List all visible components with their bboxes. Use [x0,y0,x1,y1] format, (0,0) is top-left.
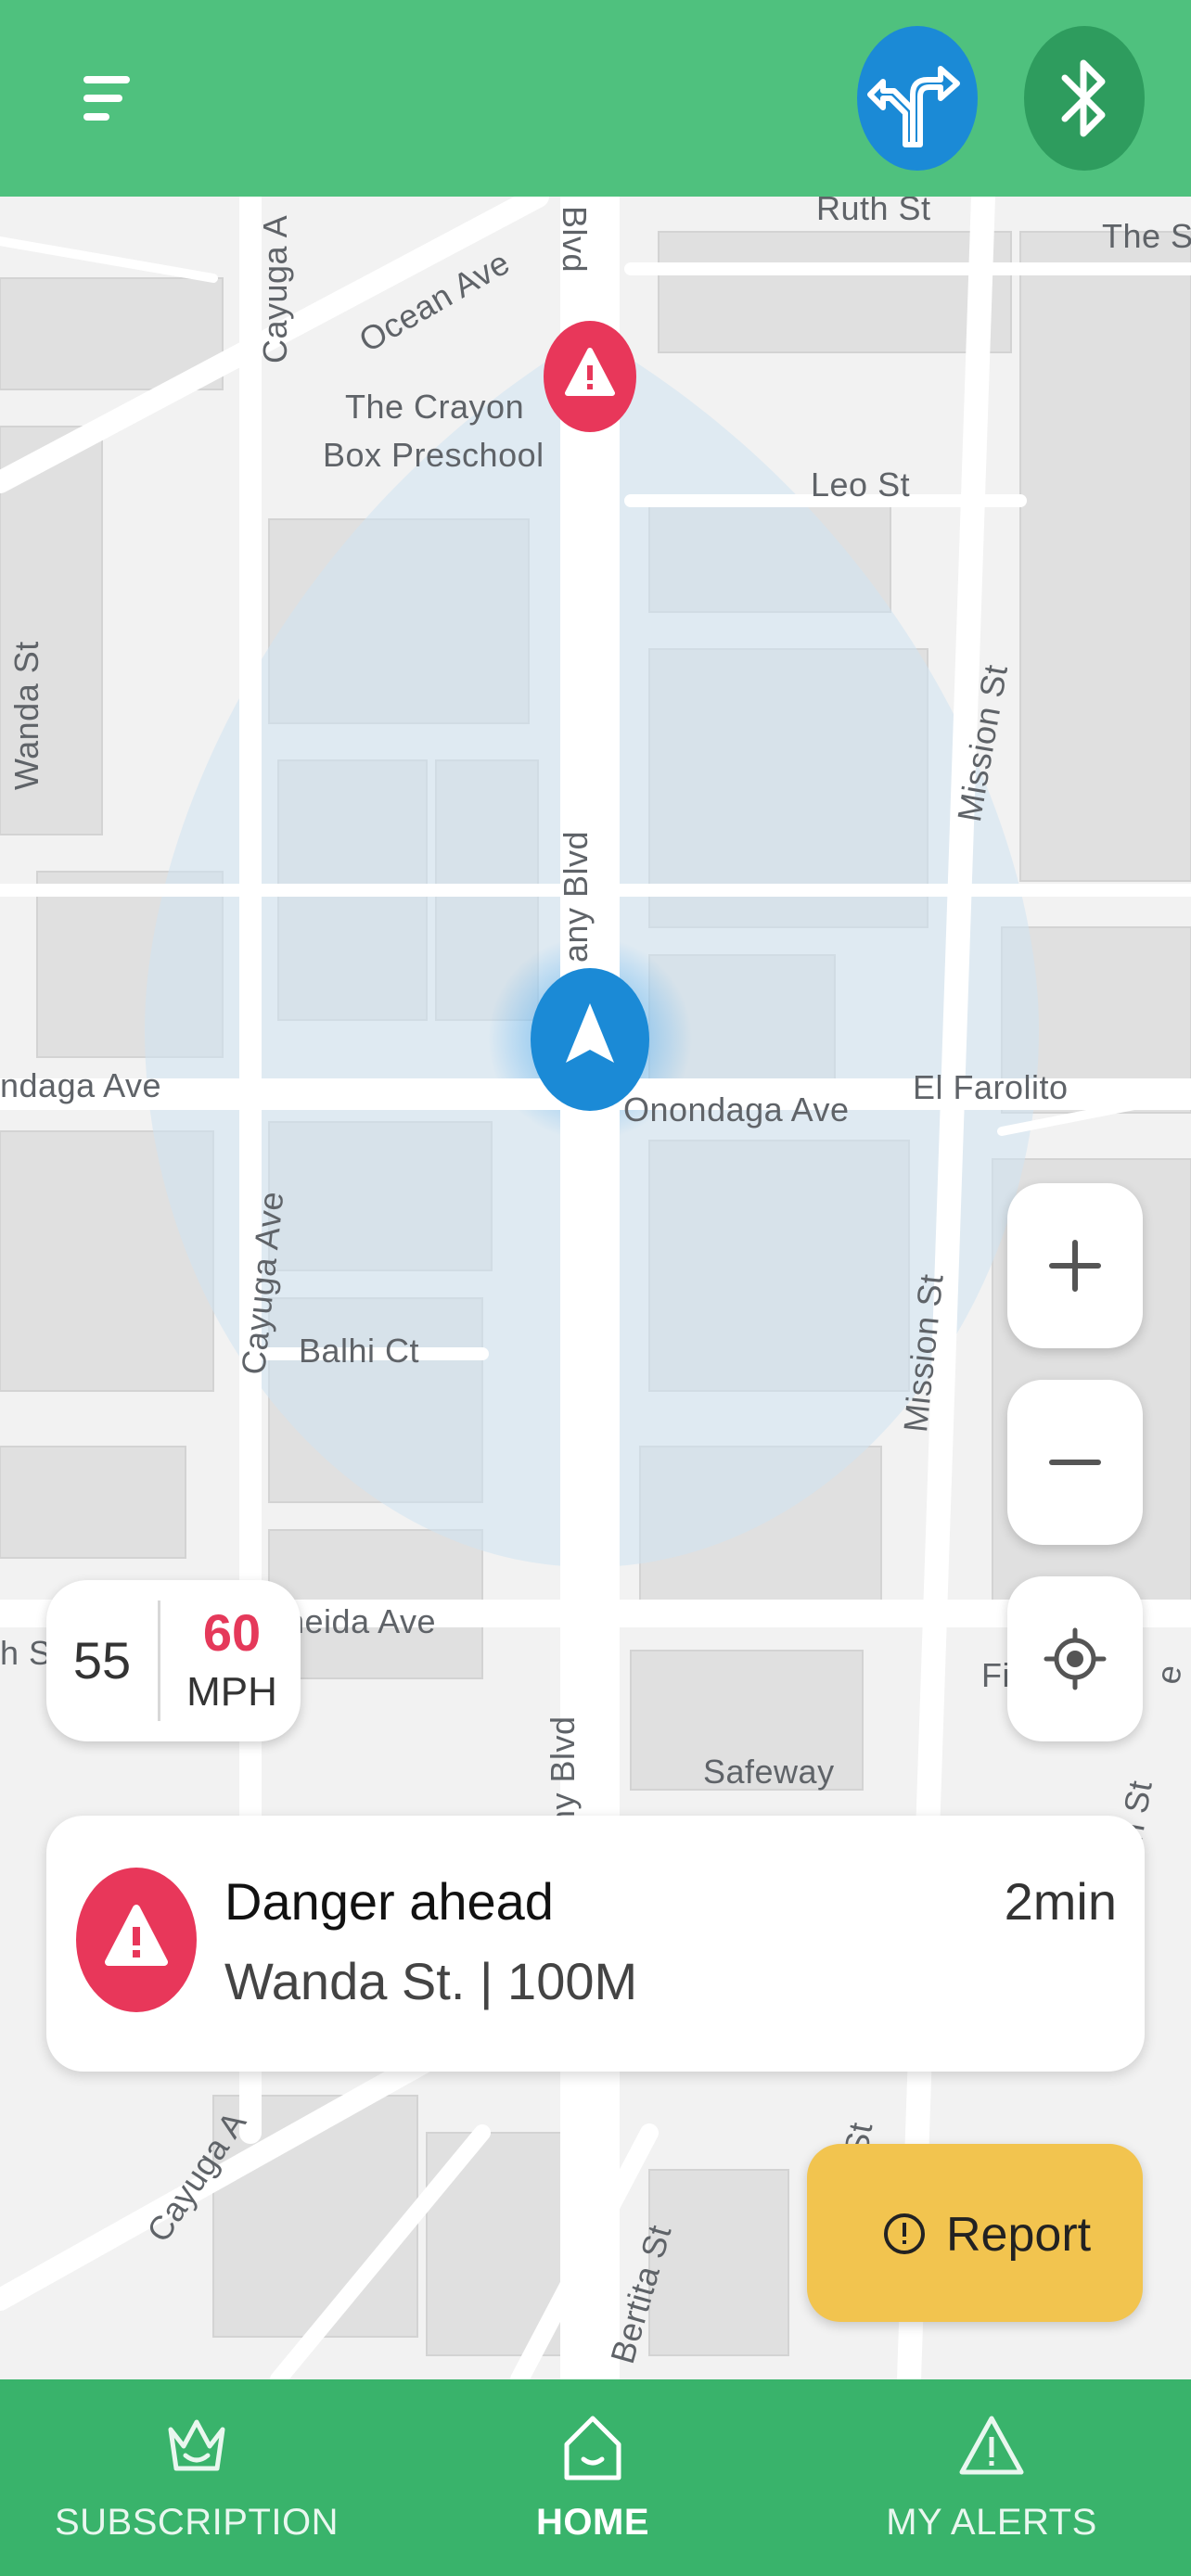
nav-my-alerts[interactable]: MY ALERTS [792,2379,1191,2576]
menu-icon-line [83,113,109,121]
street-label: Cayuga A [256,214,294,363]
street-label: Wanda St [7,641,45,790]
warning-icon [76,1868,197,2012]
nav-my-alerts-label: MY ALERTS [886,2502,1097,2543]
street-label: Onondaga Ave [623,1090,850,1129]
my-location-icon [1044,1627,1107,1690]
nav-subscription[interactable]: SUBSCRIPTION [0,2379,393,2576]
street-label: ndaga Ave [0,1066,162,1104]
nav-home[interactable]: HOME [393,2379,792,2576]
poi-label: The Crayon [345,388,525,426]
street-label: any Blvd [557,830,595,963]
warning-marker-icon[interactable] [542,319,638,434]
poi-label: Box Preschool [323,436,544,474]
report-label: Report [946,2208,1092,2262]
report-button[interactable]: Report [807,2144,1143,2322]
menu-icon-line [83,95,122,102]
route-button[interactable] [857,26,978,171]
menu-button[interactable] [65,59,148,137]
zoom-out-button[interactable] [1007,1380,1143,1545]
plus-icon [1049,1240,1101,1292]
danger-alert-card[interactable]: Danger ahead Wanda St. | 100M 2min [46,1816,1145,2072]
my-location-button[interactable] [1007,1576,1143,1741]
street-label: Leo St [811,465,911,504]
alert-triangle-icon [959,2416,1024,2475]
route-split-icon [867,66,960,147]
bluetooth-button[interactable] [1024,26,1145,171]
nav-home-label: HOME [536,2502,649,2543]
street-label: h S [0,1634,52,1672]
zoom-in-button[interactable] [1007,1183,1143,1348]
speed-unit: MPH [186,1669,277,1715]
navigation-arrow-icon [531,968,649,1111]
alert-location: Wanda St. | 100M [224,1952,638,2010]
bottom-navigation: SUBSCRIPTION HOME MY ALERTS [0,2379,1191,2576]
minus-icon [1049,1460,1101,1465]
street-label: The S [1102,217,1191,255]
street-label: Balhi Ct [299,1332,420,1370]
crown-icon [168,2419,225,2471]
speed-limit: 60 [202,1603,262,1662]
menu-icon [83,76,130,83]
street-label: ny Blvd [544,1715,582,1829]
divider [158,1600,160,1721]
street-label: Fi [981,1656,1010,1694]
poi-label: Safeway [703,1753,835,1791]
bluetooth-icon [1061,59,1106,137]
nav-subscription-label: SUBSCRIPTION [54,2502,339,2543]
poi-label: El Farolito [913,1068,1069,1106]
alert-eta: 2min [1004,1872,1117,1931]
street-label: Ruth St [816,197,931,227]
top-bar [0,0,1191,197]
street-label: Blvd [556,206,594,274]
home-icon [564,2416,621,2480]
exclamation-circle-icon [884,2213,925,2254]
speed-indicator: 55 60 MPH [46,1580,301,1741]
current-speed: 55 [72,1631,132,1690]
street-label: neida Ave [286,1602,436,1640]
alert-title: Danger ahead [224,1872,554,1931]
